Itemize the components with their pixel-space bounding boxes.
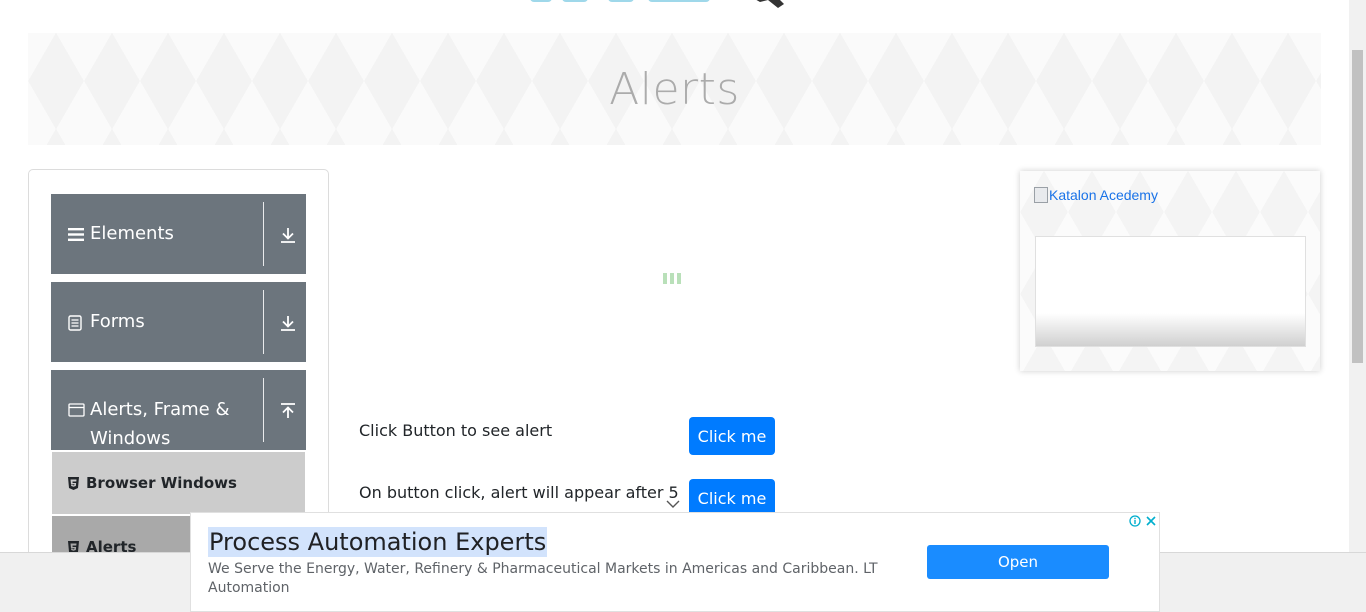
window-icon: [68, 403, 85, 417]
scrollbar-thumb[interactable]: [1352, 50, 1363, 363]
sidebar-group-alerts-frame-windows[interactable]: Alerts, Frame & Windows: [51, 370, 306, 450]
page-banner: Alerts: [28, 33, 1321, 145]
document-icon: [68, 315, 82, 331]
sidebar-group-elements[interactable]: Elements: [51, 194, 306, 274]
download-arrow-icon: [281, 316, 295, 331]
divider: [263, 290, 264, 354]
sidebar-group-label: Forms: [90, 311, 145, 332]
timer-alert-row-label: On button click, alert will appear after…: [359, 483, 679, 502]
site-logo[interactable]: [520, 0, 850, 22]
broken-image-link[interactable]: Katalon Acedemy: [1034, 187, 1158, 203]
ad-choices[interactable]: [1127, 513, 1159, 529]
broken-image-alt-text: Katalon Acedemy: [1049, 187, 1158, 203]
logo-fragment: [648, 0, 710, 2]
alert-button[interactable]: Click me: [689, 417, 775, 455]
download-arrow-icon: [281, 228, 295, 243]
sidebar-group-forms[interactable]: Forms: [51, 282, 306, 362]
info-icon[interactable]: [1127, 513, 1143, 529]
page-title: Alerts: [609, 63, 740, 115]
sidebar: Elements Forms Alerts, Frame & Windows B…: [28, 169, 329, 578]
divider: [263, 202, 264, 266]
sidebar-group-label-line2: Windows: [90, 428, 171, 449]
broken-image-icon: [1034, 187, 1048, 203]
ad-frame[interactable]: [1035, 236, 1306, 347]
bottom-advertisement[interactable]: Process Automation Experts We Serve the …: [190, 512, 1160, 612]
upload-arrow-icon: [281, 403, 295, 418]
close-icon[interactable]: [1143, 513, 1159, 529]
side-advertisement[interactable]: Katalon Acedemy: [1020, 171, 1320, 371]
hamburger-icon: [68, 228, 84, 241]
logo-fragment: [608, 0, 634, 2]
chevron-down-icon[interactable]: [666, 500, 680, 509]
logo-fragment: [530, 0, 552, 2]
ad-open-button[interactable]: Open: [927, 545, 1109, 579]
vertical-scrollbar[interactable]: [1349, 0, 1366, 553]
alert-row-label: Click Button to see alert: [359, 421, 553, 440]
divider: [263, 378, 264, 442]
sidebar-group-label: Alerts, Frame &: [90, 399, 230, 420]
sidebar-item-label: Browser Windows: [86, 474, 237, 492]
loading-spinner: [663, 273, 683, 285]
html5-icon: [68, 477, 79, 490]
sidebar-group-label: Elements: [90, 223, 174, 244]
tools-logo-icon: [756, 0, 784, 8]
sidebar-item-browser-windows[interactable]: Browser Windows: [52, 452, 305, 514]
logo-fragment: [562, 0, 588, 2]
ad-title[interactable]: Process Automation Experts: [208, 527, 548, 557]
ad-description: We Serve the Energy, Water, Refinery & P…: [208, 561, 878, 596]
